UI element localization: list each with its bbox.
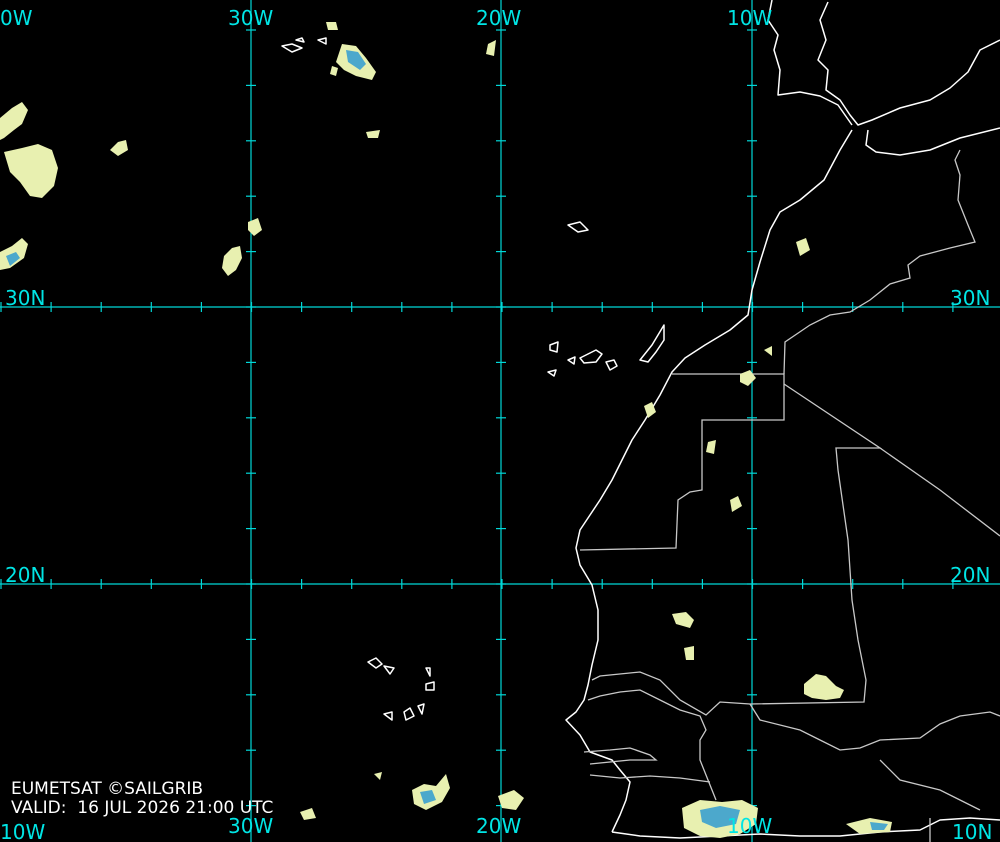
- lon-label-40w-top: 0W: [0, 6, 33, 30]
- canary-island-3: [567, 356, 576, 365]
- cape-verde-1: [367, 657, 383, 669]
- map-canvas: [0, 0, 1000, 842]
- cloud-left-2: [4, 144, 58, 198]
- gambia-border: [583, 747, 658, 765]
- source-credit: EUMETSAT ©SAILGRIB: [11, 779, 204, 799]
- canary-island-1: [549, 341, 559, 353]
- satellite-map: 0W 30W 20W 10W 30N 30N 20N 20N 10W 30W 2…: [0, 0, 1000, 842]
- cape-verde-6: [403, 707, 415, 721]
- cloud-africa-7: [672, 612, 694, 628]
- guinea-border: [589, 774, 711, 783]
- morocco-algeria-border: [783, 149, 976, 375]
- lon-label-20w-top: 20W: [476, 6, 522, 30]
- canary-fuerteventura: [639, 324, 665, 363]
- coastlines: [281, 0, 1000, 839]
- cloud-africa-2: [740, 370, 756, 386]
- cloud-mid-1: [222, 246, 242, 276]
- cloud-azores-small: [326, 22, 338, 30]
- cloud-cover: [0, 22, 892, 838]
- iberia-coast: [817, 1, 1000, 126]
- africa-atlantic-coast: [565, 129, 853, 833]
- lon-label-20w-bottom: 20W: [476, 814, 522, 838]
- cloud-sw-2: [300, 808, 316, 820]
- cape-verde-5: [383, 711, 393, 721]
- cape-verde-4: [425, 681, 435, 691]
- country-borders: [579, 149, 1000, 842]
- azores-1: [281, 43, 303, 53]
- lon-label-30w-bottom: 30W: [228, 814, 274, 838]
- morocco-coast: [865, 127, 1000, 156]
- lat-label-30n-right: 30N: [950, 286, 991, 310]
- senegal-border: [587, 689, 717, 801]
- lon-label-10w-bottom: 10W: [727, 814, 773, 838]
- cloud-atlantic-s: [498, 790, 524, 810]
- canary-gran-canaria: [605, 359, 618, 371]
- lon-label-40w-bottom: 10W: [0, 820, 46, 842]
- canary-tenerife: [579, 349, 603, 364]
- cloud-mali-cluster: [804, 674, 844, 700]
- lon-label-0-bottom: 10N: [952, 820, 993, 842]
- cloud-africa-6: [730, 496, 742, 512]
- cloud-azores-west: [330, 66, 338, 76]
- cloud-africa-4: [764, 346, 772, 356]
- madeira: [567, 221, 589, 233]
- cape-verde-2: [383, 665, 395, 675]
- algeria-niger-border: [879, 447, 1000, 537]
- lon-label-10w-top: 10W: [727, 6, 773, 30]
- burkina-border: [879, 759, 981, 811]
- cloud-mid-2: [248, 218, 262, 236]
- cloud-africa-1: [796, 238, 810, 256]
- lat-label-20n-right: 20N: [950, 563, 991, 587]
- portugal-west-coast: [767, 0, 853, 126]
- cloud-nw-2: [366, 130, 380, 138]
- cape-verde-7: [417, 703, 425, 715]
- cloud-africa-8: [684, 646, 694, 660]
- graticule: [0, 0, 1000, 842]
- lat-label-20n-left: 20N: [5, 563, 46, 587]
- lat-label-30n-left: 30N: [5, 286, 46, 310]
- azores-2: [317, 37, 327, 45]
- cloud-africa-5: [706, 440, 716, 454]
- lon-label-30w-top: 30W: [228, 6, 274, 30]
- west-africa-south-coast: [611, 817, 1000, 839]
- valid-time-line: VALID: 16 JUL 2026 21:00 UTC: [11, 799, 273, 818]
- cloud-sw-1: [374, 772, 382, 780]
- valid-label: VALID:: [11, 798, 67, 818]
- mali-niger-border: [749, 703, 1000, 751]
- western-sahara-north: [579, 373, 785, 551]
- cloud-left-1: [0, 102, 28, 140]
- valid-time: 16 JUL 2026 21:00 UTC: [77, 798, 274, 818]
- canary-island-2: [547, 369, 557, 377]
- cloud-left-4: [110, 140, 128, 156]
- cloud-nw-1: [486, 40, 496, 56]
- azores-3: [295, 37, 305, 43]
- cape-verde-3: [425, 667, 431, 677]
